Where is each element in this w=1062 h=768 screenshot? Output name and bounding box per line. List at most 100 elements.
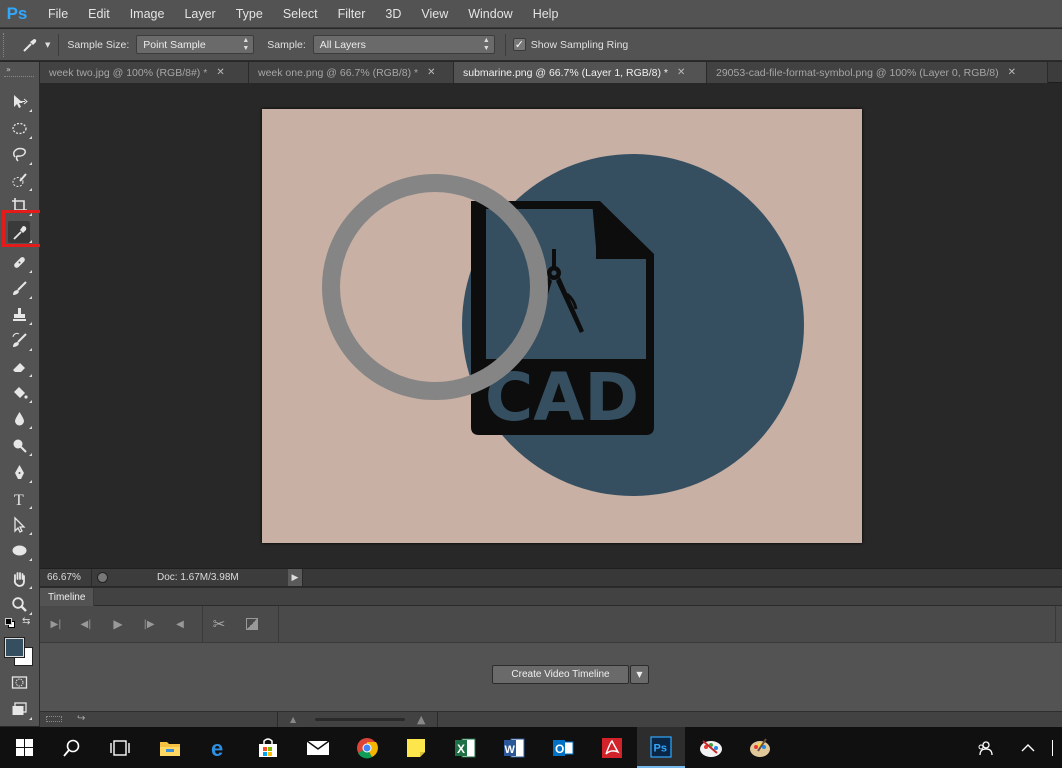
zoom-tool[interactable] bbox=[8, 593, 32, 615]
zoom-in-icon[interactable]: ▲ bbox=[417, 713, 425, 726]
document-tab[interactable]: week two.jpg @ 100% (RGB/8#) * ✕ bbox=[40, 62, 249, 83]
eraser-icon bbox=[12, 362, 25, 372]
frame-animation-icon[interactable] bbox=[46, 716, 62, 722]
show-hidden-icons-button[interactable] bbox=[1010, 727, 1046, 768]
swap-colors-icon[interactable]: ⇆ bbox=[22, 616, 30, 627]
sample-size-value: Point Sample bbox=[143, 38, 206, 51]
render-video-icon[interactable]: ↪ bbox=[77, 713, 85, 724]
paint-icon bbox=[700, 739, 722, 757]
paint-palette-button[interactable] bbox=[736, 727, 784, 768]
search-button[interactable] bbox=[48, 727, 96, 768]
menu-3d[interactable]: 3D bbox=[375, 0, 411, 28]
tab-timeline[interactable]: Timeline bbox=[40, 588, 94, 606]
lasso-tool[interactable] bbox=[8, 143, 32, 165]
type-tool[interactable]: T bbox=[8, 487, 32, 509]
lasso-icon bbox=[12, 147, 26, 162]
healing-brush-tool[interactable] bbox=[8, 251, 32, 273]
hand-tool[interactable] bbox=[8, 567, 32, 589]
marquee-tool[interactable] bbox=[8, 117, 32, 139]
photoshop-icon: Ps bbox=[650, 735, 672, 758]
menu-file[interactable]: File bbox=[38, 0, 78, 28]
sample-size-select[interactable]: Point Sample ▲ ▼ bbox=[136, 35, 255, 54]
pen-tool[interactable] bbox=[8, 461, 32, 483]
path-selection-tool[interactable] bbox=[8, 513, 32, 535]
menu-type[interactable]: Type bbox=[226, 0, 273, 28]
close-icon[interactable]: ✕ bbox=[216, 67, 224, 78]
photoshop-button[interactable]: Ps bbox=[637, 727, 685, 768]
screen-mode-button[interactable] bbox=[8, 698, 32, 720]
brush-tool[interactable] bbox=[8, 277, 32, 299]
sample-select[interactable]: All Layers ▲ ▼ bbox=[312, 35, 495, 54]
paint-bucket-tool[interactable] bbox=[8, 381, 32, 403]
menu-filter[interactable]: Filter bbox=[328, 0, 376, 28]
menu-help[interactable]: Help bbox=[523, 0, 569, 28]
document-tab-active[interactable]: submarine.png @ 66.7% (Layer 1, RGB/8) *… bbox=[454, 62, 707, 83]
show-sampling-ring-checkbox[interactable]: ✓ bbox=[512, 38, 526, 51]
paint-button[interactable] bbox=[687, 727, 735, 768]
history-brush-icon bbox=[12, 332, 27, 347]
file-explorer-button[interactable] bbox=[146, 727, 194, 768]
edge-button[interactable]: e bbox=[196, 727, 244, 768]
default-colors-icon[interactable] bbox=[5, 618, 15, 628]
people-button[interactable] bbox=[965, 727, 1005, 768]
document-tab[interactable]: week one.png @ 66.7% (RGB/8) * ✕ bbox=[249, 62, 454, 83]
close-icon[interactable]: ✕ bbox=[427, 67, 435, 78]
zoom-field[interactable]: 66.67% bbox=[40, 569, 92, 586]
next-frame-button[interactable]: |▶ bbox=[141, 616, 157, 632]
menu-image[interactable]: Image bbox=[120, 0, 175, 28]
start-button[interactable] bbox=[0, 727, 48, 768]
word-button[interactable]: W bbox=[490, 727, 538, 768]
previous-frame-button[interactable]: ◀| bbox=[78, 616, 94, 632]
play-button[interactable]: ▶ bbox=[110, 616, 126, 632]
split-button[interactable]: ✂ bbox=[211, 615, 227, 633]
clone-stamp-tool[interactable] bbox=[8, 303, 32, 325]
blur-tool[interactable] bbox=[8, 407, 32, 429]
tool-preset-picker[interactable]: ▼ bbox=[21, 36, 50, 54]
eraser-tool[interactable] bbox=[8, 355, 32, 377]
word-icon: W bbox=[504, 738, 525, 757]
zoom-out-icon[interactable]: ▲ bbox=[290, 715, 296, 724]
notification-area[interactable] bbox=[1046, 727, 1062, 768]
mail-button[interactable] bbox=[294, 727, 342, 768]
quick-selection-icon bbox=[12, 172, 27, 187]
dodge-tool[interactable] bbox=[8, 434, 32, 456]
timeline-zoom-slider[interactable] bbox=[315, 718, 405, 721]
status-menu-button[interactable]: ▶ bbox=[288, 569, 302, 586]
menu-select[interactable]: Select bbox=[273, 0, 328, 28]
menu-edit[interactable]: Edit bbox=[78, 0, 120, 28]
move-tool[interactable] bbox=[8, 90, 32, 112]
outlook-button[interactable]: O bbox=[539, 727, 587, 768]
transition-button[interactable] bbox=[244, 616, 260, 632]
menu-window[interactable]: Window bbox=[458, 0, 522, 28]
svg-text:T: T bbox=[14, 492, 24, 507]
close-icon[interactable]: ✕ bbox=[1008, 67, 1016, 78]
document-canvas[interactable]: CAD bbox=[262, 109, 862, 543]
shape-tool[interactable] bbox=[8, 539, 32, 561]
foreground-color-swatch[interactable] bbox=[4, 637, 25, 658]
history-brush-tool[interactable] bbox=[8, 329, 32, 351]
acrobat-button[interactable] bbox=[588, 727, 636, 768]
menu-view[interactable]: View bbox=[411, 0, 458, 28]
excel-button[interactable]: X bbox=[441, 727, 489, 768]
task-view-button[interactable] bbox=[96, 727, 144, 768]
close-icon[interactable]: ✕ bbox=[677, 67, 685, 78]
sticky-notes-button[interactable] bbox=[392, 727, 440, 768]
status-options-button[interactable] bbox=[92, 569, 112, 586]
document-tab[interactable]: 29053-cad-file-format-symbol.png @ 100% … bbox=[707, 62, 1048, 83]
quick-mask-button[interactable] bbox=[8, 671, 30, 693]
first-frame-button[interactable]: ▶| bbox=[48, 616, 64, 632]
chrome-button[interactable] bbox=[343, 727, 391, 768]
store-button[interactable] bbox=[244, 727, 292, 768]
create-video-timeline-button[interactable]: Create Video Timeline bbox=[492, 665, 629, 684]
horizontal-scrollbar[interactable] bbox=[302, 569, 1062, 586]
menu-layer[interactable]: Layer bbox=[174, 0, 225, 28]
elliptical-marquee-icon bbox=[11, 122, 27, 134]
tab-label: week one.png @ 66.7% (RGB/8) * bbox=[258, 66, 419, 79]
status-options-icon bbox=[96, 572, 108, 583]
options-grip[interactable] bbox=[3, 32, 11, 57]
hand-icon bbox=[13, 571, 25, 587]
audio-button[interactable]: ◀ bbox=[172, 616, 188, 632]
quick-selection-tool[interactable] bbox=[8, 169, 32, 191]
timeline-type-dropdown[interactable]: ▼ bbox=[630, 665, 649, 684]
collapse-panel-icon[interactable]: » bbox=[6, 65, 11, 74]
